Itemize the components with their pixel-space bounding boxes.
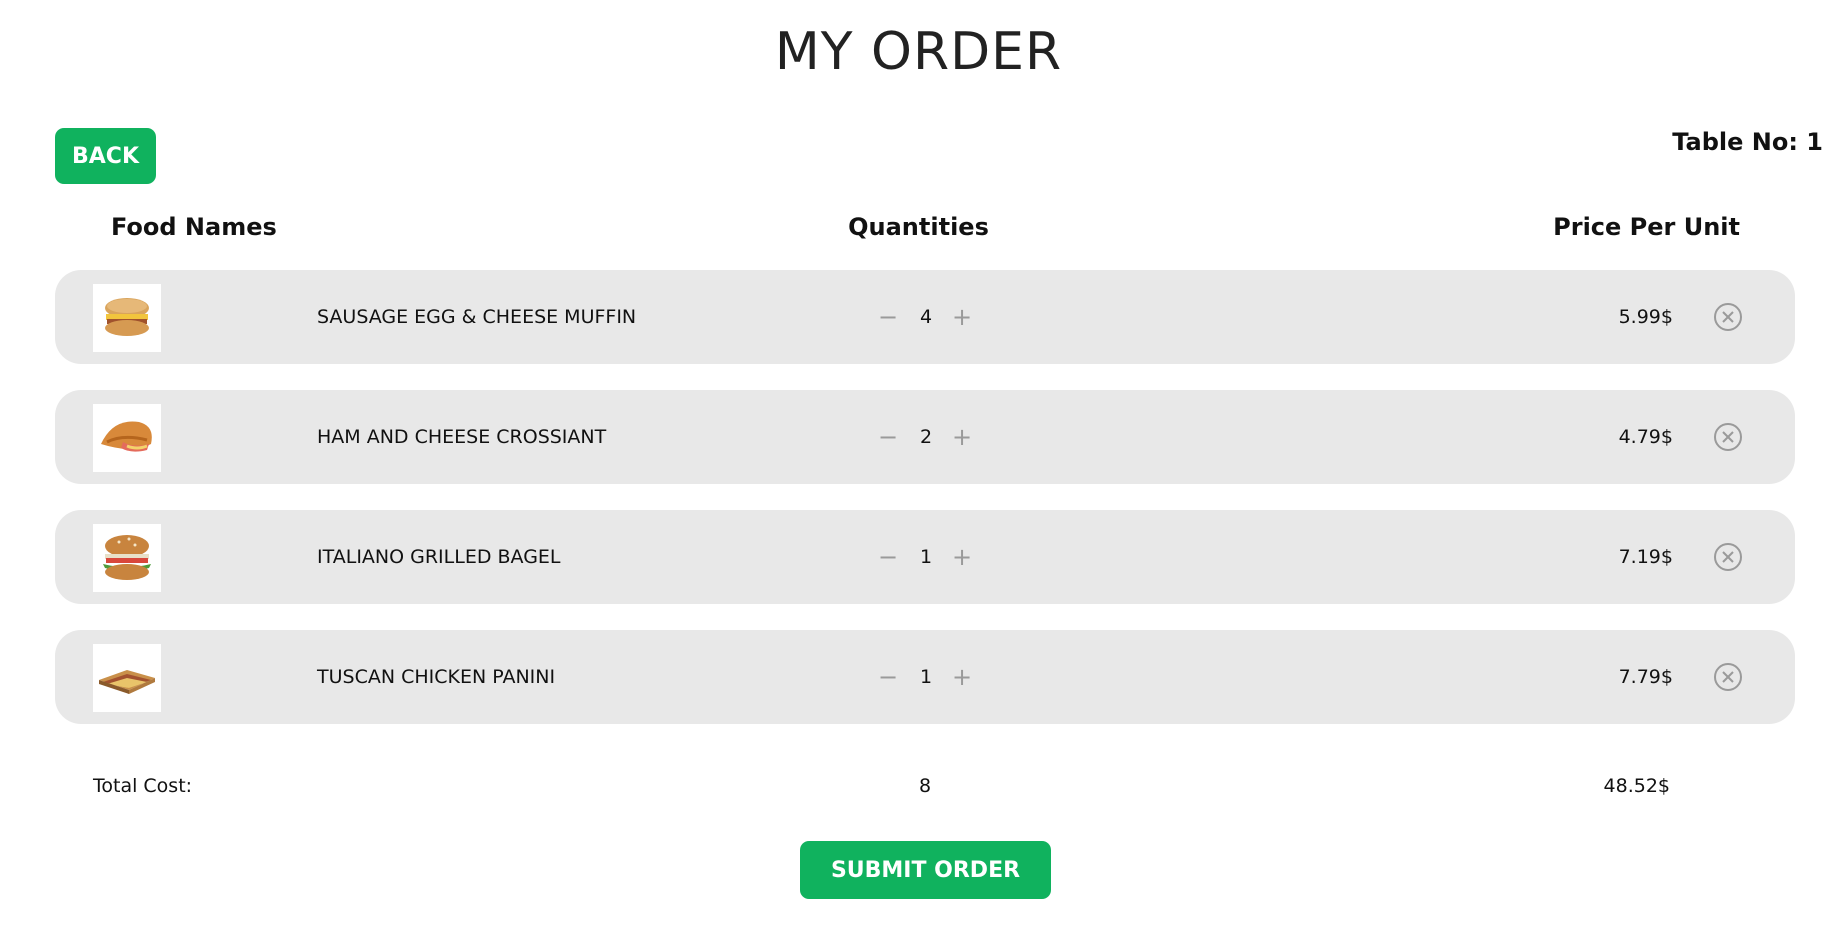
- quantity-stepper: − 1 +: [855, 630, 995, 724]
- circle-x-icon: [1714, 303, 1742, 331]
- item-price: 7.19$: [1618, 546, 1673, 568]
- decrease-quantity-button[interactable]: −: [875, 302, 901, 332]
- circle-x-icon: [1714, 663, 1742, 691]
- item-name: TUSCAN CHICKEN PANINI: [317, 666, 556, 688]
- decrease-quantity-button[interactable]: −: [875, 422, 901, 452]
- table-number-label: Table No:: [1672, 128, 1798, 156]
- increase-quantity-button[interactable]: +: [949, 542, 975, 572]
- remove-item-button[interactable]: [1713, 302, 1743, 332]
- table-number-value: 1: [1806, 128, 1823, 156]
- page-title: MY ORDER: [774, 22, 1063, 82]
- item-name: SAUSAGE EGG & CHEESE MUFFIN: [317, 306, 637, 328]
- muffin-sandwich-image: [93, 284, 161, 352]
- submit-order-button[interactable]: SUBMIT ORDER: [800, 841, 1051, 899]
- item-quantity: 1: [919, 666, 933, 688]
- order-item-row: SAUSAGE EGG & CHEESE MUFFIN − 4 + 5.99$: [55, 270, 1795, 364]
- increase-quantity-button[interactable]: +: [949, 662, 975, 692]
- item-quantity: 1: [919, 546, 933, 568]
- item-name: HAM AND CHEESE CROSSIANT: [317, 426, 607, 448]
- quantity-stepper: − 4 +: [855, 270, 995, 364]
- item-quantity: 4: [919, 306, 933, 328]
- circle-x-icon: [1714, 543, 1742, 571]
- order-item-row: ITALIANO GRILLED BAGEL − 1 + 7.19$: [55, 510, 1795, 604]
- decrease-quantity-button[interactable]: −: [875, 662, 901, 692]
- item-price: 5.99$: [1618, 306, 1673, 328]
- order-item-row: HAM AND CHEESE CROSSIANT − 2 + 4.79$: [55, 390, 1795, 484]
- back-button[interactable]: BACK: [55, 128, 156, 184]
- circle-x-icon: [1714, 423, 1742, 451]
- column-header-price-per-unit: Price Per Unit: [1553, 213, 1740, 241]
- table-number-display: Table No: 1: [1672, 128, 1823, 156]
- panini-sandwich-image: [93, 644, 161, 712]
- item-price: 4.79$: [1618, 426, 1673, 448]
- increase-quantity-button[interactable]: +: [949, 302, 975, 332]
- order-item-row: TUSCAN CHICKEN PANINI − 1 + 7.79$: [55, 630, 1795, 724]
- remove-item-button[interactable]: [1713, 422, 1743, 452]
- total-quantity: 8: [918, 775, 932, 797]
- croissant-sandwich-image: [93, 404, 161, 472]
- quantity-stepper: − 2 +: [855, 390, 995, 484]
- item-price: 7.79$: [1618, 666, 1673, 688]
- total-price: 48.52$: [1603, 775, 1670, 797]
- remove-item-button[interactable]: [1713, 542, 1743, 572]
- item-name: ITALIANO GRILLED BAGEL: [317, 546, 561, 568]
- quantity-stepper: − 1 +: [855, 510, 995, 604]
- decrease-quantity-button[interactable]: −: [875, 542, 901, 572]
- remove-item-button[interactable]: [1713, 662, 1743, 692]
- increase-quantity-button[interactable]: +: [949, 422, 975, 452]
- bagel-sandwich-image: [93, 524, 161, 592]
- item-quantity: 2: [919, 426, 933, 448]
